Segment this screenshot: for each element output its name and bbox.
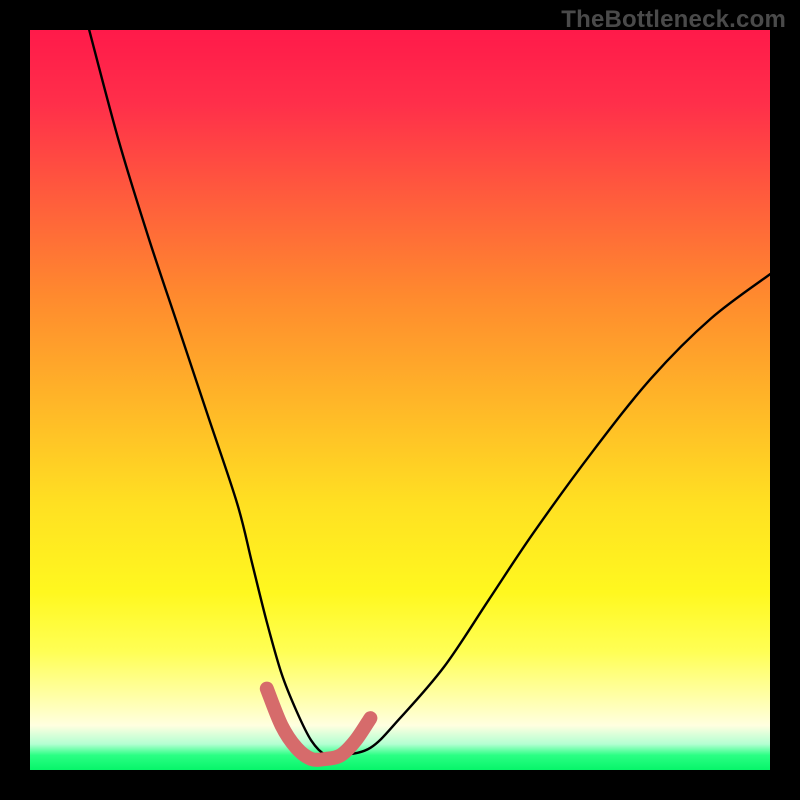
watermark-text: TheBottleneck.com	[561, 6, 786, 34]
curve-layer	[30, 30, 770, 770]
chart-frame: TheBottleneck.com	[0, 0, 800, 800]
plot-area	[30, 30, 770, 770]
bottleneck-curve-path	[89, 30, 770, 757]
